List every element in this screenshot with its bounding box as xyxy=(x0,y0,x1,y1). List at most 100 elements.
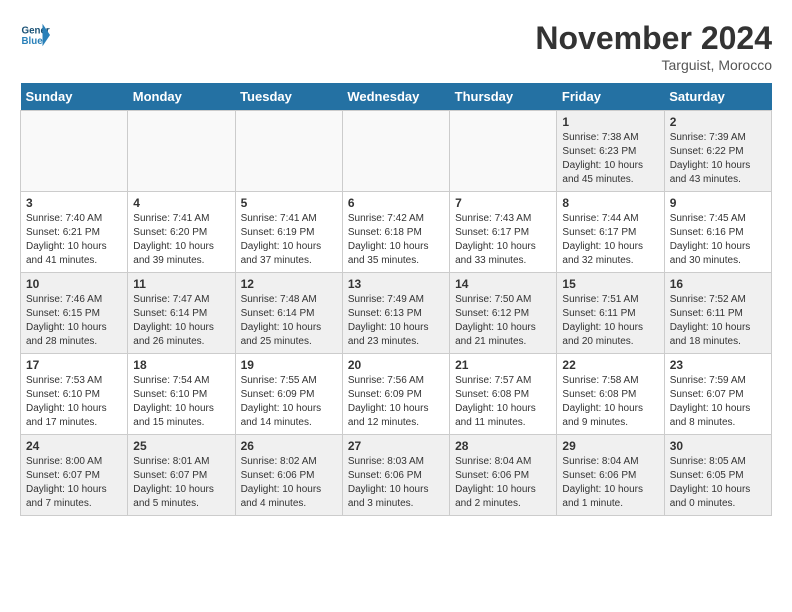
day-number: 5 xyxy=(241,196,337,210)
day-info: Sunrise: 7:46 AM Sunset: 6:15 PM Dayligh… xyxy=(26,293,122,349)
calendar-day-cell: 11 Sunrise: 7:47 AM Sunset: 6:14 PM Dayli… xyxy=(128,273,235,354)
calendar-day-cell: 5 Sunrise: 7:41 AM Sunset: 6:19 PM Daylig… xyxy=(235,192,342,273)
calendar-day-cell: 21Sunrise: 7:57 AM Sunset: 6:08 PM Dayli… xyxy=(450,354,557,435)
month-title: November 2024 xyxy=(535,20,772,57)
day-info: Sunrise: 7:39 AM Sunset: 6:22 PM Dayligh… xyxy=(670,131,766,187)
calendar-day-cell: 15 Sunrise: 7:51 AM Sunset: 6:11 PM Dayli… xyxy=(557,273,664,354)
calendar-day-cell: 27Sunrise: 8:03 AM Sunset: 6:06 PM Dayli… xyxy=(342,435,449,516)
day-number: 8 xyxy=(562,196,658,210)
weekday-header: Monday xyxy=(128,83,235,111)
calendar-day-cell: 28 Sunrise: 8:04 AM Sunset: 6:06 PM Dayli… xyxy=(450,435,557,516)
day-info: Sunrise: 7:40 AM Sunset: 6:21 PM Dayligh… xyxy=(26,212,122,268)
day-info: Sunrise: 7:41 AM Sunset: 6:20 PM Dayligh… xyxy=(133,212,229,268)
day-number: 10 xyxy=(26,277,122,291)
day-info: Sunrise: 8:04 AM Sunset: 6:06 PM Dayligh… xyxy=(455,455,551,511)
calendar-week-row: 1Sunrise: 7:38 AM Sunset: 6:23 PM Daylig… xyxy=(21,111,772,192)
calendar-week-row: 24 Sunrise: 8:00 AM Sunset: 6:07 PM Dayli… xyxy=(21,435,772,516)
day-info: Sunrise: 7:50 AM Sunset: 6:12 PM Dayligh… xyxy=(455,293,551,349)
day-number: 27 xyxy=(348,439,444,453)
day-info: Sunrise: 7:51 AM Sunset: 6:11 PM Dayligh… xyxy=(562,293,658,349)
day-info: Sunrise: 7:52 AM Sunset: 6:11 PM Dayligh… xyxy=(670,293,766,349)
calendar-week-row: 3 Sunrise: 7:40 AM Sunset: 6:21 PM Daylig… xyxy=(21,192,772,273)
day-number: 13 xyxy=(348,277,444,291)
day-info: Sunrise: 8:01 AM Sunset: 6:07 PM Dayligh… xyxy=(133,455,229,511)
calendar-day-cell: 6 Sunrise: 7:42 AM Sunset: 6:18 PM Daylig… xyxy=(342,192,449,273)
logo-icon: General Blue xyxy=(20,20,50,50)
day-number: 12 xyxy=(241,277,337,291)
weekday-header: Saturday xyxy=(664,83,771,111)
day-number: 30 xyxy=(670,439,766,453)
day-info: Sunrise: 7:45 AM Sunset: 6:16 PM Dayligh… xyxy=(670,212,766,268)
day-info: Sunrise: 7:55 AM Sunset: 6:09 PM Dayligh… xyxy=(241,374,337,430)
weekday-header: Sunday xyxy=(21,83,128,111)
day-number: 6 xyxy=(348,196,444,210)
calendar-day-cell xyxy=(235,111,342,192)
day-number: 11 xyxy=(133,277,229,291)
weekday-header-row: SundayMondayTuesdayWednesdayThursdayFrid… xyxy=(21,83,772,111)
day-info: Sunrise: 7:57 AM Sunset: 6:08 PM Dayligh… xyxy=(455,374,551,430)
day-info: Sunrise: 7:43 AM Sunset: 6:17 PM Dayligh… xyxy=(455,212,551,268)
calendar-day-cell: 8Sunrise: 7:44 AM Sunset: 6:17 PM Daylig… xyxy=(557,192,664,273)
calendar-day-cell xyxy=(21,111,128,192)
day-info: Sunrise: 8:04 AM Sunset: 6:06 PM Dayligh… xyxy=(562,455,658,511)
calendar-day-cell: 18Sunrise: 7:54 AM Sunset: 6:10 PM Dayli… xyxy=(128,354,235,435)
day-info: Sunrise: 7:56 AM Sunset: 6:09 PM Dayligh… xyxy=(348,374,444,430)
calendar-day-cell: 12Sunrise: 7:48 AM Sunset: 6:14 PM Dayli… xyxy=(235,273,342,354)
logo: General Blue xyxy=(20,20,50,50)
day-number: 22 xyxy=(562,358,658,372)
day-number: 3 xyxy=(26,196,122,210)
day-number: 20 xyxy=(348,358,444,372)
day-number: 4 xyxy=(133,196,229,210)
day-info: Sunrise: 8:02 AM Sunset: 6:06 PM Dayligh… xyxy=(241,455,337,511)
calendar-day-cell: 14 Sunrise: 7:50 AM Sunset: 6:12 PM Dayli… xyxy=(450,273,557,354)
calendar-week-row: 10 Sunrise: 7:46 AM Sunset: 6:15 PM Dayli… xyxy=(21,273,772,354)
calendar-day-cell xyxy=(342,111,449,192)
day-number: 9 xyxy=(670,196,766,210)
calendar-day-cell xyxy=(128,111,235,192)
day-number: 14 xyxy=(455,277,551,291)
calendar-day-cell: 29Sunrise: 8:04 AM Sunset: 6:06 PM Dayli… xyxy=(557,435,664,516)
page-header: General Blue November 2024 Targuist, Mor… xyxy=(20,20,772,73)
day-number: 19 xyxy=(241,358,337,372)
calendar-day-cell: 20 Sunrise: 7:56 AM Sunset: 6:09 PM Dayli… xyxy=(342,354,449,435)
calendar-day-cell: 26 Sunrise: 8:02 AM Sunset: 6:06 PM Dayli… xyxy=(235,435,342,516)
day-number: 2 xyxy=(670,115,766,129)
calendar-day-cell: 10 Sunrise: 7:46 AM Sunset: 6:15 PM Dayli… xyxy=(21,273,128,354)
calendar-day-cell: 24 Sunrise: 8:00 AM Sunset: 6:07 PM Dayli… xyxy=(21,435,128,516)
day-info: Sunrise: 7:53 AM Sunset: 6:10 PM Dayligh… xyxy=(26,374,122,430)
title-block: November 2024 Targuist, Morocco xyxy=(535,20,772,73)
day-number: 7 xyxy=(455,196,551,210)
day-number: 25 xyxy=(133,439,229,453)
day-info: Sunrise: 7:42 AM Sunset: 6:18 PM Dayligh… xyxy=(348,212,444,268)
day-info: Sunrise: 8:00 AM Sunset: 6:07 PM Dayligh… xyxy=(26,455,122,511)
calendar-day-cell: 3 Sunrise: 7:40 AM Sunset: 6:21 PM Daylig… xyxy=(21,192,128,273)
calendar-week-row: 17Sunrise: 7:53 AM Sunset: 6:10 PM Dayli… xyxy=(21,354,772,435)
day-number: 26 xyxy=(241,439,337,453)
day-number: 28 xyxy=(455,439,551,453)
calendar-day-cell: 17Sunrise: 7:53 AM Sunset: 6:10 PM Dayli… xyxy=(21,354,128,435)
day-number: 18 xyxy=(133,358,229,372)
day-number: 1 xyxy=(562,115,658,129)
day-number: 15 xyxy=(562,277,658,291)
calendar-day-cell: 1Sunrise: 7:38 AM Sunset: 6:23 PM Daylig… xyxy=(557,111,664,192)
calendar-day-cell: 2 Sunrise: 7:39 AM Sunset: 6:22 PM Daylig… xyxy=(664,111,771,192)
day-number: 24 xyxy=(26,439,122,453)
calendar-day-cell: 30 Sunrise: 8:05 AM Sunset: 6:05 PM Dayli… xyxy=(664,435,771,516)
calendar-day-cell: 9 Sunrise: 7:45 AM Sunset: 6:16 PM Daylig… xyxy=(664,192,771,273)
weekday-header: Wednesday xyxy=(342,83,449,111)
calendar-day-cell: 23 Sunrise: 7:59 AM Sunset: 6:07 PM Dayli… xyxy=(664,354,771,435)
location-subtitle: Targuist, Morocco xyxy=(535,57,772,73)
day-number: 23 xyxy=(670,358,766,372)
svg-text:Blue: Blue xyxy=(22,36,44,47)
weekday-header: Thursday xyxy=(450,83,557,111)
day-info: Sunrise: 7:59 AM Sunset: 6:07 PM Dayligh… xyxy=(670,374,766,430)
calendar-day-cell: 25 Sunrise: 8:01 AM Sunset: 6:07 PM Dayli… xyxy=(128,435,235,516)
calendar-day-cell: 13Sunrise: 7:49 AM Sunset: 6:13 PM Dayli… xyxy=(342,273,449,354)
weekday-header: Tuesday xyxy=(235,83,342,111)
day-info: Sunrise: 7:58 AM Sunset: 6:08 PM Dayligh… xyxy=(562,374,658,430)
day-info: Sunrise: 7:41 AM Sunset: 6:19 PM Dayligh… xyxy=(241,212,337,268)
calendar-table: SundayMondayTuesdayWednesdayThursdayFrid… xyxy=(20,83,772,516)
day-info: Sunrise: 8:05 AM Sunset: 6:05 PM Dayligh… xyxy=(670,455,766,511)
calendar-day-cell: 4 Sunrise: 7:41 AM Sunset: 6:20 PM Daylig… xyxy=(128,192,235,273)
day-info: Sunrise: 7:47 AM Sunset: 6:14 PM Dayligh… xyxy=(133,293,229,349)
